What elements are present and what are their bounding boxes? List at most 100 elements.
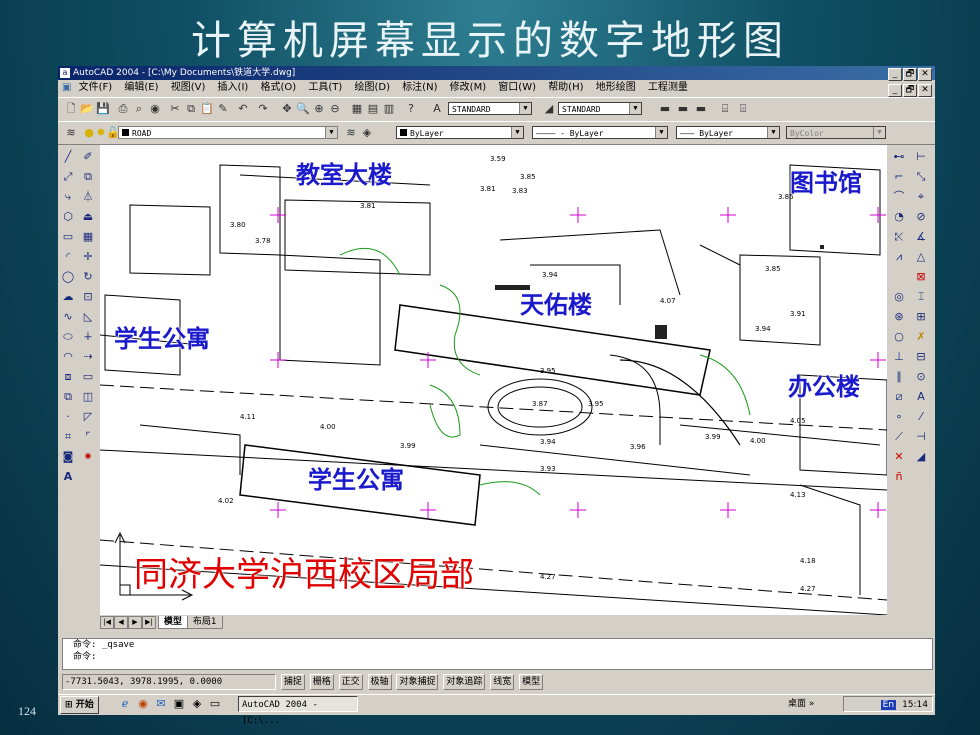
text-style-icon[interactable]: A <box>430 102 444 116</box>
offset-icon[interactable]: ⏏ <box>80 209 96 225</box>
chamfer-icon[interactable]: ◸ <box>80 409 96 425</box>
paste-icon[interactable]: 📋 <box>200 102 214 116</box>
aligned-dim-icon[interactable]: ⌐ <box>891 169 907 185</box>
command-prompt[interactable]: 命令: <box>63 651 932 663</box>
snap-perpendicular-icon[interactable]: ⊥ <box>891 349 907 365</box>
ortho-toggle[interactable]: 正交 <box>338 674 363 690</box>
open-icon[interactable]: 📂 <box>80 102 94 116</box>
menu-terrain[interactable]: 地形绘图 <box>596 82 636 93</box>
stretch-icon[interactable]: ◺ <box>80 309 96 325</box>
make-current-icon[interactable]: ≋ <box>344 126 358 140</box>
media-icon[interactable]: ◉ <box>136 697 150 711</box>
doc-minimize-button[interactable]: _ <box>888 84 902 97</box>
ellipse-icon[interactable]: ⬭ <box>60 329 76 345</box>
dim-style-select[interactable]: STANDARD ▼ <box>558 102 642 115</box>
layer-select[interactable]: ROAD ▼ <box>118 126 338 139</box>
make-block-icon[interactable]: ⧉ <box>60 389 76 405</box>
text-style-select[interactable]: STANDARD ▼ <box>448 102 532 115</box>
leader-icon[interactable]: ⌶ <box>913 289 929 305</box>
start-button[interactable]: ⊞ 开始 <box>60 696 99 714</box>
pan-icon[interactable]: ✥ <box>280 102 294 116</box>
snap-quadrant-icon[interactable]: ⊛ <box>891 309 907 325</box>
dim-oblique-icon[interactable]: ⁄ <box>913 409 929 425</box>
save-icon[interactable]: 💾 <box>96 102 110 116</box>
tab-prev-button[interactable]: ◀ <box>114 616 128 629</box>
dim-update-icon[interactable]: ⊙ <box>913 369 929 385</box>
design-center-icon[interactable]: ▤ <box>366 102 380 116</box>
drawing-area[interactable]: 3.59 3.85 3.81 3.83 3.81 3.80 3.78 3.86 … <box>100 145 887 615</box>
break-icon[interactable]: ◫ <box>80 389 96 405</box>
osnap-toggle[interactable]: 对象捕捉 <box>396 674 439 690</box>
break-point-icon[interactable]: ▭ <box>80 369 96 385</box>
match-properties-icon[interactable]: ✎ <box>216 102 230 116</box>
menu-file[interactable]: 文件(F) <box>79 82 113 93</box>
polar-toggle[interactable]: 极轴 <box>367 674 392 690</box>
snap-tangent-icon[interactable]: ○ <box>891 329 907 345</box>
menu-view[interactable]: 视图(V) <box>171 82 206 93</box>
ie-icon[interactable]: ℯ <box>118 697 132 711</box>
dim-style-tool-icon[interactable]: ⊟ <box>913 349 929 365</box>
layer-tool-icon[interactable]: ▬ <box>658 102 672 116</box>
menu-window[interactable]: 窗口(W) <box>498 82 536 93</box>
layer-manager-icon[interactable]: ≋ <box>64 126 78 140</box>
insert-block-icon[interactable]: ⧈ <box>60 369 76 385</box>
arc-icon[interactable]: ◜ <box>60 249 76 265</box>
array-icon[interactable]: ▦ <box>80 229 96 245</box>
line-icon[interactable]: ╱ <box>60 149 76 165</box>
ordinate-icon[interactable]: ⌖ <box>913 189 929 205</box>
undo-icon[interactable]: ↶ <box>236 102 250 116</box>
tool-icon-b[interactable]: ⌹ <box>736 102 750 116</box>
tab-next-button[interactable]: ▶ <box>128 616 142 629</box>
tab-first-button[interactable]: |◀ <box>100 616 114 629</box>
dim-text-edit-icon[interactable]: A <box>913 389 929 405</box>
menu-help[interactable]: 帮助(H) <box>548 82 583 93</box>
dim-aligned2-icon[interactable]: ⤡ <box>913 169 929 185</box>
erase-icon[interactable]: ✐ <box>80 149 96 165</box>
cut-icon[interactable]: ✂ <box>168 102 182 116</box>
tool-icon-a[interactable]: ⌸ <box>718 102 732 116</box>
hatch-icon[interactable]: ⌗ <box>60 429 76 445</box>
revcloud-icon[interactable]: ☁ <box>60 289 76 305</box>
redo-icon[interactable]: ↷ <box>256 102 270 116</box>
lineweight-toggle[interactable]: 线宽 <box>490 674 515 690</box>
layer-tool3-icon[interactable]: ▬ <box>694 102 708 116</box>
desktop-toolbar[interactable]: 桌面 » <box>788 696 814 712</box>
rectangle-icon[interactable]: ▭ <box>60 229 76 245</box>
snap-settings-icon[interactable]: ñ <box>891 469 907 485</box>
doc-restore-button[interactable]: 🗗 <box>903 84 917 97</box>
menu-modify[interactable]: 修改(M) <box>450 82 486 93</box>
snap-parallel-icon[interactable]: ∥ <box>891 369 907 385</box>
snap-nearest-icon[interactable]: ⟋ <box>891 429 907 445</box>
ime-indicator[interactable]: En <box>880 700 897 710</box>
polyline-icon[interactable]: ⤷ <box>60 189 76 205</box>
command-window[interactable]: 命令: _qsave 命令: <box>62 638 933 670</box>
model-toggle[interactable]: 模型 <box>519 674 544 690</box>
trim-icon[interactable]: ∔ <box>80 329 96 345</box>
construction-line-icon[interactable]: ⤢ <box>60 169 76 185</box>
snap-insert-icon[interactable]: ⧄ <box>891 389 907 405</box>
document-icon[interactable]: ▣ <box>62 82 71 93</box>
otrack-toggle[interactable]: 对象追踪 <box>443 674 486 690</box>
menu-insert[interactable]: 插入(I) <box>218 82 249 93</box>
menu-edit[interactable]: 编辑(E) <box>124 82 158 93</box>
color-select[interactable]: ByLayer ▼ <box>396 126 524 139</box>
dim-edit-icon[interactable]: ⊢ <box>913 149 929 165</box>
spline-icon[interactable]: ∿ <box>60 309 76 325</box>
layer-previous-icon[interactable]: ◈ <box>360 126 374 140</box>
tab-layout1[interactable]: 布局1 <box>186 616 223 629</box>
quicklaunch-icon[interactable]: ◈ <box>190 697 204 711</box>
extend-icon[interactable]: ⇢ <box>80 349 96 365</box>
quick-dim-icon[interactable]: ⩘ <box>891 249 907 265</box>
preview-icon[interactable]: ⌕ <box>132 102 146 116</box>
point-icon[interactable]: · <box>60 409 76 425</box>
layer-tool2-icon[interactable]: ▬ <box>676 102 690 116</box>
radius-icon[interactable]: ◔ <box>891 209 907 225</box>
properties-icon[interactable]: ▦ <box>350 102 364 116</box>
angular-icon[interactable]: ∡ <box>913 229 929 245</box>
menu-draw[interactable]: 绘图(D) <box>354 82 390 93</box>
scale-icon[interactable]: ⊡ <box>80 289 96 305</box>
zoom-realtime-icon[interactable]: 🔍 <box>296 102 310 116</box>
taskbar-autocad-task[interactable]: AutoCAD 2004 - [C:\... <box>238 696 358 726</box>
mirror-icon[interactable]: ⏃ <box>80 189 96 205</box>
show-desktop-icon[interactable]: ▭ <box>208 697 222 711</box>
